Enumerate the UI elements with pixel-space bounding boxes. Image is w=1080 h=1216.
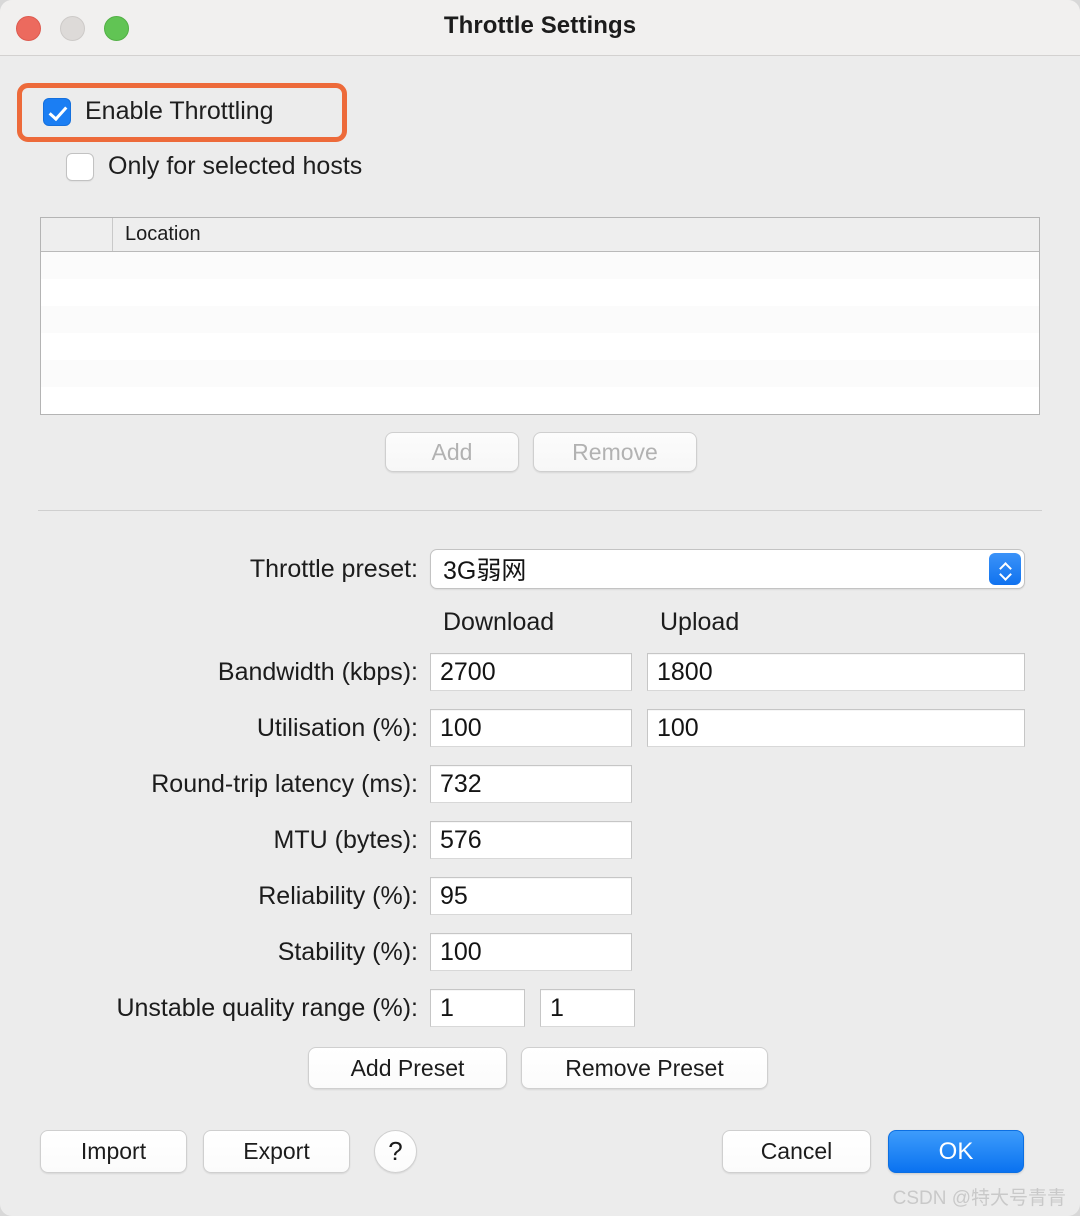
- only-selected-hosts-row[interactable]: Only for selected hosts: [66, 152, 362, 181]
- mtu-input[interactable]: 576: [430, 821, 632, 859]
- throttle-preset-value: 3G弱网: [443, 557, 527, 585]
- utilisation-upload-input[interactable]: 100: [647, 709, 1025, 747]
- round-trip-latency-row: Round-trip latency (ms): 732: [40, 765, 632, 803]
- add-host-button[interactable]: Add: [385, 432, 519, 472]
- round-trip-latency-label: Round-trip latency (ms):: [151, 769, 418, 798]
- table-row[interactable]: [41, 306, 1039, 333]
- table-row[interactable]: [41, 279, 1039, 306]
- hosts-table-column-location[interactable]: Location: [113, 218, 1039, 251]
- ok-button[interactable]: OK: [888, 1130, 1024, 1173]
- upload-column-label: Upload: [660, 608, 740, 636]
- chevron-up-icon: [1000, 562, 1011, 568]
- throttle-preset-row: Throttle preset: 3G弱网: [40, 549, 1025, 589]
- stepper-icon[interactable]: [989, 553, 1021, 585]
- bandwidth-row: Bandwidth (kbps): 2700 1800: [40, 653, 1025, 691]
- column-headings: Download Upload: [443, 608, 739, 637]
- export-button[interactable]: Export: [203, 1130, 350, 1173]
- table-row[interactable]: [41, 252, 1039, 279]
- bandwidth-download-input[interactable]: 2700: [430, 653, 632, 691]
- only-selected-hosts-checkbox[interactable]: [66, 152, 94, 181]
- unstable-quality-range-max-input[interactable]: 1: [540, 989, 635, 1027]
- table-row[interactable]: [41, 333, 1039, 360]
- window-title: Throttle Settings: [443, 12, 637, 39]
- unstable-quality-range-label: Unstable quality range (%):: [116, 993, 418, 1022]
- help-icon[interactable]: ?: [374, 1130, 417, 1173]
- table-row[interactable]: [41, 360, 1039, 387]
- mtu-row: MTU (bytes): 576: [40, 821, 632, 859]
- cancel-button[interactable]: Cancel: [722, 1130, 871, 1173]
- utilisation-label: Utilisation (%):: [256, 713, 418, 742]
- hosts-table-header: Location: [41, 218, 1039, 252]
- bandwidth-label: Bandwidth (kbps):: [217, 657, 418, 686]
- mtu-label: MTU (bytes):: [273, 825, 418, 854]
- only-selected-hosts-label: Only for selected hosts: [108, 152, 363, 180]
- utilisation-download-input[interactable]: 100: [430, 709, 632, 747]
- bandwidth-upload-input[interactable]: 1800: [647, 653, 1025, 691]
- enable-throttling-row[interactable]: Enable Throttling: [43, 97, 274, 126]
- add-preset-button[interactable]: Add Preset: [308, 1047, 507, 1089]
- preset-actions: Add Preset Remove Preset: [308, 1047, 768, 1089]
- enable-throttling-checkbox[interactable]: [43, 97, 71, 126]
- stability-input[interactable]: 100: [430, 933, 632, 971]
- table-row[interactable]: [41, 387, 1039, 414]
- hosts-table-actions: Add Remove: [385, 432, 697, 472]
- watermark: CSDN @特大号青青: [892, 1188, 1066, 1209]
- stability-label: Stability (%):: [277, 937, 418, 966]
- title-bar: Throttle Settings: [0, 0, 1080, 56]
- unstable-quality-range-min-input[interactable]: 1: [430, 989, 525, 1027]
- reliability-input[interactable]: 95: [430, 877, 632, 915]
- section-divider: [38, 510, 1042, 511]
- hosts-table-column-blank[interactable]: [41, 218, 113, 251]
- remove-host-button[interactable]: Remove: [533, 432, 697, 472]
- reliability-label: Reliability (%):: [258, 881, 418, 910]
- hosts-table-body[interactable]: [41, 252, 1039, 414]
- remove-preset-button[interactable]: Remove Preset: [521, 1047, 768, 1089]
- stability-row: Stability (%): 100: [40, 933, 632, 971]
- round-trip-latency-input[interactable]: 732: [430, 765, 632, 803]
- reliability-row: Reliability (%): 95: [40, 877, 632, 915]
- throttle-preset-select[interactable]: 3G弱网: [430, 549, 1025, 589]
- throttle-settings-window: Throttle Settings Enable Throttling Only…: [0, 0, 1080, 1216]
- enable-throttling-label: Enable Throttling: [85, 97, 274, 125]
- unstable-quality-range-row: Unstable quality range (%): 1 1: [40, 989, 635, 1027]
- import-button[interactable]: Import: [40, 1130, 187, 1173]
- throttle-preset-label: Throttle preset:: [249, 554, 418, 583]
- utilisation-row: Utilisation (%): 100 100: [40, 709, 1025, 747]
- chevron-down-icon: [1000, 571, 1011, 577]
- download-column-label: Download: [443, 608, 555, 636]
- hosts-table[interactable]: Location: [40, 217, 1040, 415]
